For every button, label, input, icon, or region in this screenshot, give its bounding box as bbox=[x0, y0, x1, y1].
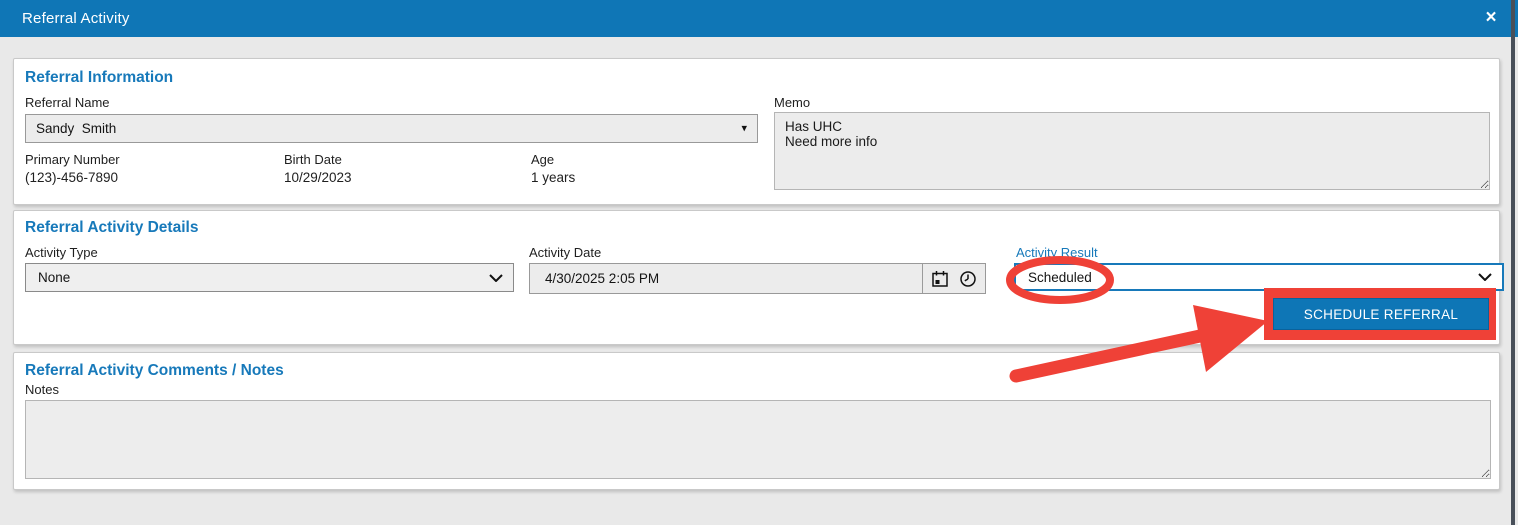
memo-label: Memo bbox=[774, 95, 811, 110]
referral-name-value: Sandy Smith bbox=[36, 121, 117, 136]
notes-textarea[interactable] bbox=[25, 400, 1491, 479]
activity-result-select[interactable]: Scheduled bbox=[1014, 263, 1504, 291]
activity-type-select[interactable]: None bbox=[25, 263, 514, 292]
activity-date-field[interactable]: 4/30/2025 2:05 PM bbox=[529, 263, 986, 294]
comments-heading: Referral Activity Comments / Notes bbox=[25, 362, 284, 379]
primary-number-label: Primary Number bbox=[25, 152, 120, 167]
dropdown-triangle-icon: ▾ bbox=[741, 122, 747, 134]
age-value: 1 years bbox=[531, 170, 576, 185]
referral-activity-details-card: Referral Activity Details Activity Type … bbox=[13, 210, 1504, 345]
dialog-title: Referral Activity bbox=[22, 10, 130, 27]
notes-label: Notes bbox=[25, 382, 59, 397]
clock-icon[interactable] bbox=[958, 269, 978, 289]
referral-information-heading: Referral Information bbox=[25, 69, 174, 86]
chevron-down-icon bbox=[1478, 268, 1492, 286]
activity-type-value: None bbox=[38, 270, 71, 285]
age-label: Age bbox=[531, 152, 555, 167]
activity-date-label: Activity Date bbox=[529, 245, 602, 260]
referral-activity-comments-card: Referral Activity Comments / Notes Notes bbox=[13, 352, 1500, 490]
close-icon[interactable]: × bbox=[1479, 6, 1503, 30]
activity-type-label: Activity Type bbox=[25, 245, 98, 260]
birth-date-value: 10/29/2023 bbox=[284, 170, 352, 185]
chevron-down-icon bbox=[489, 269, 503, 287]
dialog-titlebar: Referral Activity × bbox=[0, 0, 1518, 37]
window-edge bbox=[1511, 0, 1515, 525]
birth-date-label: Birth Date bbox=[284, 152, 342, 167]
date-icons bbox=[922, 264, 985, 293]
primary-number-value: (123)-456-7890 bbox=[25, 170, 119, 185]
referral-activity-details-heading: Referral Activity Details bbox=[25, 219, 199, 236]
activity-date-value: 4/30/2025 2:05 PM bbox=[545, 271, 660, 286]
activity-result-value: Scheduled bbox=[1028, 269, 1092, 285]
memo-textarea[interactable]: Has UHC Need more info bbox=[774, 112, 1490, 190]
activity-result-label: Activity Result bbox=[1016, 245, 1098, 260]
calendar-icon[interactable] bbox=[930, 269, 950, 289]
schedule-referral-button[interactable]: SCHEDULE REFERRAL bbox=[1273, 298, 1489, 330]
referral-name-label: Referral Name bbox=[25, 95, 110, 110]
referral-information-card: Referral Information Referral Name Sandy… bbox=[13, 58, 1500, 205]
referral-name-select[interactable]: Sandy Smith ▾ bbox=[25, 114, 758, 143]
